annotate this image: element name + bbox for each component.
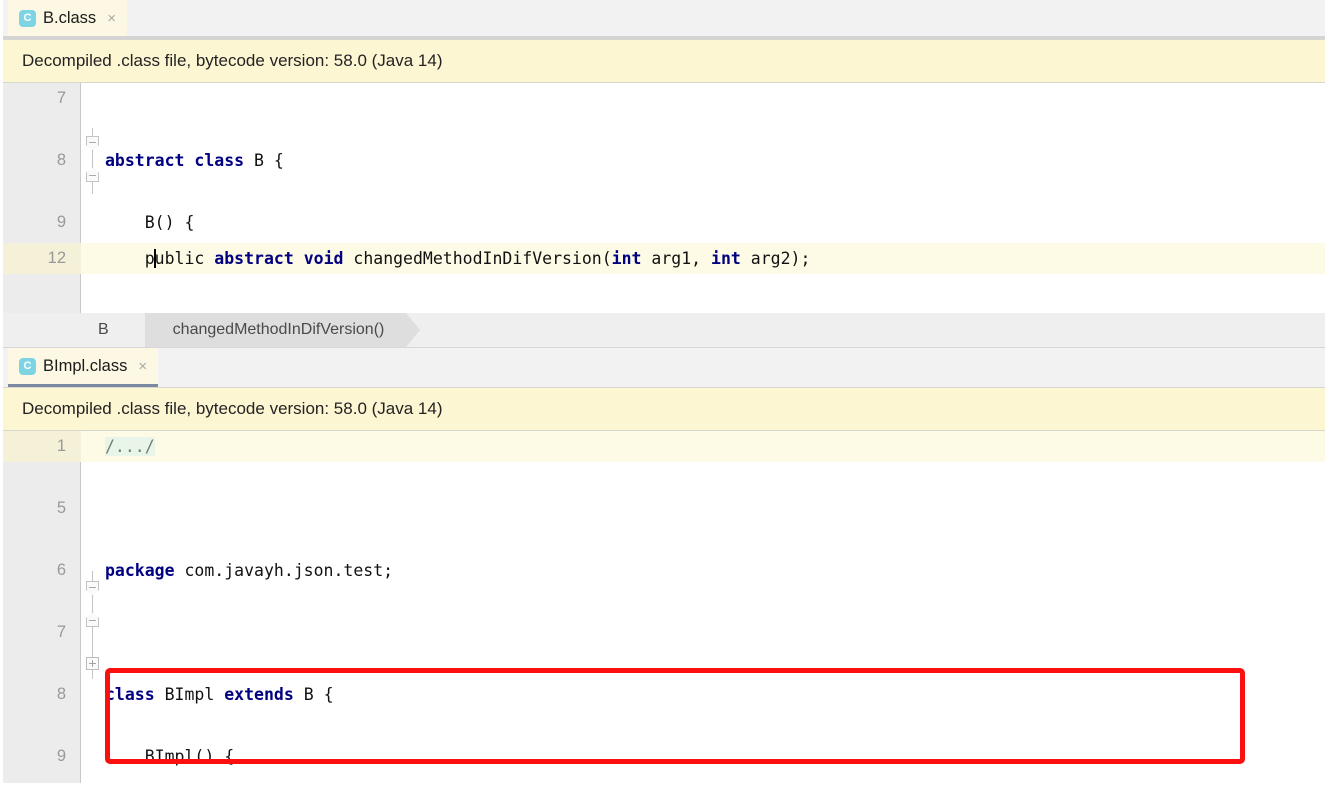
line-number: 8	[56, 151, 66, 169]
banner-text: Decompiled .class file, bytecode version…	[22, 399, 443, 418]
editor-2-fold-strip[interactable]: + +	[81, 431, 105, 783]
code-row-caret[interactable]: 12 public abstract void changedMethodInD…	[0, 243, 1325, 274]
editor-1-continued[interactable]: 12 public abstract void changedMethodInD…	[0, 243, 1325, 313]
line-number: 1	[56, 437, 66, 455]
decompiled-banner-1: Decompiled .class file, bytecode version…	[0, 39, 1325, 83]
editor-2-tab-bar: C BImpl.class ×	[0, 348, 1325, 387]
line-content: B() {	[105, 213, 195, 232]
code-row[interactable]: 9 BImpl() {	[0, 741, 1325, 772]
line-content: /.../	[105, 437, 155, 456]
text-caret	[153, 249, 156, 268]
breadcrumb[interactable]: B changedMethodInDifVersion()	[0, 313, 1325, 348]
line-number: 5	[56, 499, 66, 517]
code-row-caret[interactable]: 1 /.../	[0, 431, 1325, 462]
tab-bar-rule	[0, 36, 1325, 39]
line-number: 6	[56, 561, 66, 579]
code-row[interactable]: 9 B() {	[0, 207, 1325, 238]
code-row[interactable]: 7	[0, 617, 1325, 648]
line-number: 9	[56, 213, 66, 231]
ide-window: C B.class × Decompiled .class file, byte…	[0, 0, 1325, 798]
code-row[interactable]: 13 }	[0, 305, 1325, 313]
banner-text: Decompiled .class file, bytecode version…	[22, 51, 443, 70]
line-content: abstract class B {	[105, 151, 284, 170]
fold-expand-icon[interactable]: +	[86, 657, 99, 670]
breadcrumb-label: B	[98, 321, 109, 338]
editor-2-gutter[interactable]	[0, 431, 81, 783]
window-left-edge	[0, 0, 3, 798]
close-icon[interactable]: ×	[107, 11, 116, 26]
java-class-icon: C	[19, 9, 36, 27]
java-class-icon: C	[19, 357, 36, 375]
line-content: }	[105, 305, 1325, 313]
tab-active-underline	[8, 384, 159, 387]
code-row[interactable]: 7	[0, 83, 1325, 114]
tab-bimpl-class[interactable]: C BImpl.class ×	[8, 348, 159, 387]
line-number: 7	[56, 623, 66, 641]
line-number: 9	[56, 747, 66, 765]
code-row[interactable]: 6 package com.javayh.json.test;	[0, 555, 1325, 586]
line-number: 13	[0, 305, 66, 313]
editor-2[interactable]: + + 1 /.../ 5 6 package com.javayh.json.…	[0, 431, 1325, 783]
editor-1-tab-bar: C B.class ×	[0, 0, 1325, 39]
tab-b-class[interactable]: C B.class ×	[8, 0, 127, 39]
code-row[interactable]: 8 class BImpl extends B {	[0, 679, 1325, 710]
line-content: class BImpl extends B {	[105, 685, 334, 704]
line-content: public abstract void changedMethodInDifV…	[105, 249, 811, 268]
breadcrumb-item-class[interactable]: B	[0, 313, 145, 347]
close-icon[interactable]: ×	[138, 359, 147, 374]
decompiled-banner-2: Decompiled .class file, bytecode version…	[0, 387, 1325, 431]
line-content: BImpl() {	[105, 747, 235, 766]
breadcrumb-label: changedMethodInDifVersion()	[172, 321, 385, 338]
line-number: 12	[47, 249, 66, 267]
line-number: 8	[56, 685, 66, 703]
tab-label: B.class	[43, 8, 97, 27]
fold-dash-icon	[89, 587, 96, 588]
code-row[interactable]: 5	[0, 493, 1325, 524]
line-number: 7	[56, 89, 66, 107]
code-row[interactable]: 8 abstract class B {	[0, 145, 1325, 176]
breadcrumb-item-method[interactable]: changedMethodInDifVersion()	[144, 313, 421, 347]
fold-dash-icon	[89, 142, 96, 143]
line-content: package com.javayh.json.test;	[105, 561, 394, 580]
tab-label: BImpl.class	[43, 356, 128, 375]
editor-1[interactable]: 7 8 abstract class B { 9 B() { 10 } 11	[0, 83, 1325, 243]
